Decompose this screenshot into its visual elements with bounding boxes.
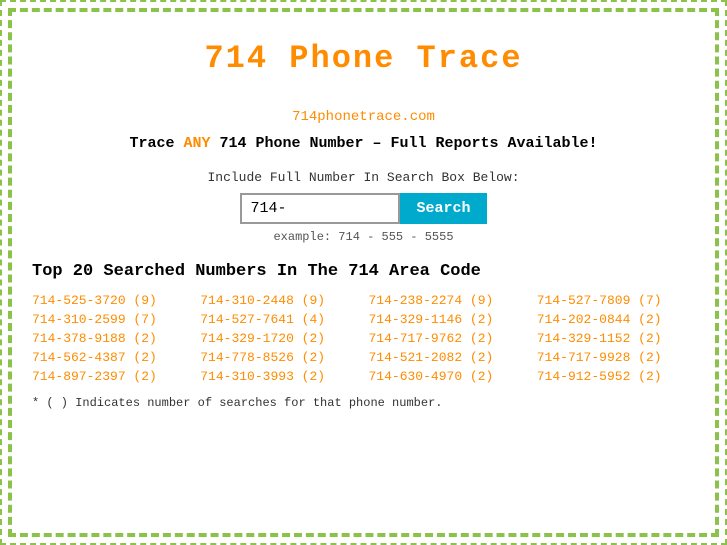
number-link[interactable]: 714-310-2448 (9) [200, 293, 358, 308]
top-numbers-title: Top 20 Searched Numbers In The 714 Area … [32, 262, 695, 281]
tagline-prefix: Trace [129, 135, 183, 152]
number-link[interactable]: 714-238-2274 (9) [369, 293, 527, 308]
number-link[interactable]: 714-562-4387 (2) [32, 350, 190, 365]
search-input[interactable] [240, 193, 400, 224]
search-example: example: 714 - 555 - 5555 [32, 230, 695, 244]
number-link[interactable]: 714-310-3993 (2) [200, 369, 358, 384]
number-link[interactable]: 714-717-9928 (2) [537, 350, 695, 365]
page-title: 714 Phone Trace [32, 40, 695, 77]
number-link[interactable]: 714-527-7809 (7) [537, 293, 695, 308]
number-link[interactable]: 714-329-1146 (2) [369, 312, 527, 327]
number-link[interactable]: 714-527-7641 (4) [200, 312, 358, 327]
number-link[interactable]: 714-329-1152 (2) [537, 331, 695, 346]
number-link[interactable]: 714-521-2082 (2) [369, 350, 527, 365]
number-link[interactable]: 714-525-3720 (9) [32, 293, 190, 308]
footnote: * ( ) Indicates number of searches for t… [32, 396, 695, 410]
number-link[interactable]: 714-310-2599 (7) [32, 312, 190, 327]
numbers-grid: 714-525-3720 (9) 714-310-2448 (9) 714-238-… [32, 293, 695, 384]
search-button[interactable]: Search [400, 193, 486, 224]
number-link[interactable]: 714-912-5952 (2) [537, 369, 695, 384]
number-link[interactable]: 714-778-8526 (2) [200, 350, 358, 365]
number-link[interactable]: 714-897-2397 (2) [32, 369, 190, 384]
search-section: Include Full Number In Search Box Below:… [32, 170, 695, 244]
tagline: Trace ANY 714 Phone Number – Full Report… [32, 135, 695, 152]
search-label: Include Full Number In Search Box Below: [32, 170, 695, 185]
tagline-suffix: 714 Phone Number – Full Reports Availabl… [210, 135, 597, 152]
search-row: Search [32, 193, 695, 224]
number-link[interactable]: 714-329-1720 (2) [200, 331, 358, 346]
site-link[interactable]: 714phonetrace.com [32, 107, 695, 125]
site-url[interactable]: 714phonetrace.com [292, 109, 435, 125]
tagline-highlight: ANY [183, 135, 210, 152]
number-link[interactable]: 714-202-0844 (2) [537, 312, 695, 327]
number-link[interactable]: 714-717-9762 (2) [369, 331, 527, 346]
number-link[interactable]: 714-630-4970 (2) [369, 369, 527, 384]
number-link[interactable]: 714-378-9188 (2) [32, 331, 190, 346]
